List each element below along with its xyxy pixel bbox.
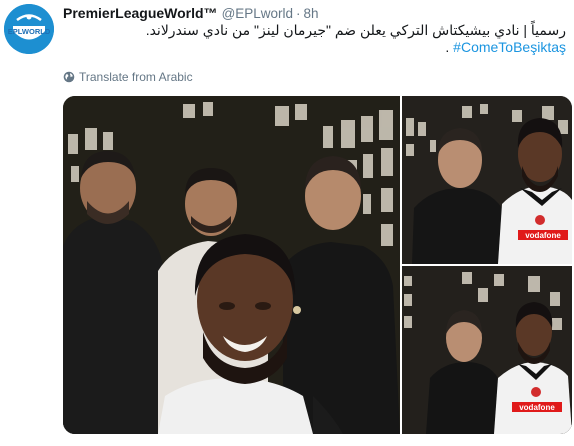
group-selfie-photo[interactable]	[63, 96, 400, 434]
media-grid: vodafone vodafone	[63, 96, 572, 434]
translate-label: Translate from Arabic	[79, 70, 193, 84]
tweet-text-end: .	[445, 39, 454, 55]
tweet-timestamp[interactable]: 8h	[304, 6, 319, 21]
tweet-text-line-2: #ComeToBeşiktaş .	[63, 39, 566, 56]
header-separator: ·	[296, 5, 301, 21]
tweet-header: PremierLeagueWorld™ @EPLworld · 8h	[63, 4, 319, 22]
group-selfie-image	[63, 96, 400, 434]
avatar[interactable]: EPLWORLD	[4, 4, 54, 54]
tweet-text-line: رسمياً | نادي بيشيكتاش التركي يعلن ضم "ج…	[145, 22, 566, 38]
user-handle[interactable]: @EPLworld	[222, 6, 293, 21]
hashtag-link[interactable]: #ComeToBeşiktaş	[453, 39, 566, 55]
svg-text:vodafone: vodafone	[519, 403, 555, 412]
svg-text:vodafone: vodafone	[525, 231, 561, 240]
translate-link[interactable]: Translate from Arabic	[63, 70, 193, 84]
svg-text:EPLWORLD: EPLWORLD	[8, 27, 51, 36]
jersey-photo-bottom-image: vodafone	[402, 266, 572, 434]
display-name[interactable]: PremierLeagueWorld™	[63, 5, 218, 21]
jersey-photo-top[interactable]: vodafone	[402, 96, 572, 264]
globe-icon	[63, 71, 75, 83]
epl-world-logo-icon: EPLWORLD	[4, 4, 54, 54]
jersey-photo-bottom[interactable]: vodafone	[402, 266, 572, 434]
tweet-text: رسمياً | نادي بيشيكتاش التركي يعلن ضم "ج…	[63, 22, 566, 56]
jersey-photo-top-image: vodafone	[402, 96, 572, 264]
